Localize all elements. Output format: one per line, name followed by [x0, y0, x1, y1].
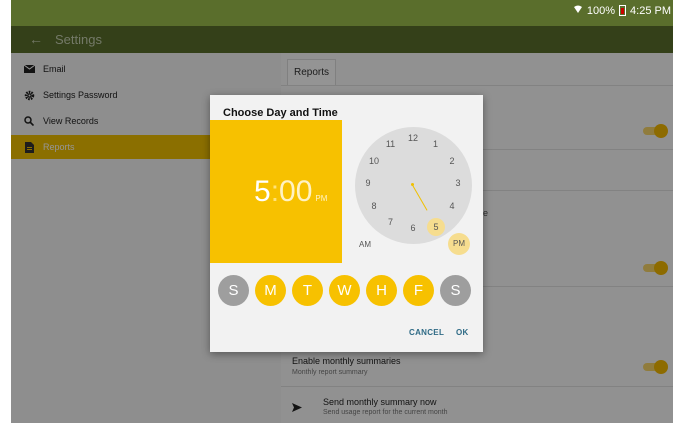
clock-number-6[interactable]: 6	[405, 223, 421, 237]
ok-button[interactable]: OK	[456, 328, 469, 337]
day-tuesday[interactable]: T	[292, 275, 323, 306]
status-bar: 100% 4:25 PM	[11, 0, 673, 26]
status-indicators: 100% 4:25 PM	[573, 4, 671, 17]
day-monday[interactable]: M	[255, 275, 286, 306]
cancel-button[interactable]: CANCEL	[409, 328, 444, 337]
dialog-title: Choose Day and Time	[223, 107, 338, 119]
clock-number-3[interactable]: 3	[450, 178, 466, 192]
clock-number-11[interactable]: 11	[383, 139, 399, 153]
day-time-dialog: Choose Day and Time 5 : 00 PM 5 12 1 2 3 4 6 7…	[210, 95, 483, 352]
battery-percent: 100%	[586, 4, 616, 17]
clock-number-7[interactable]: 7	[383, 217, 399, 231]
ampm-indicator: PM	[315, 194, 328, 203]
weekday-selector: S M T W H F S	[218, 275, 471, 306]
clock-face[interactable]: 5 12 1 2 3 4 6 7 8 9 10 11	[355, 127, 472, 244]
clock-center	[411, 183, 414, 186]
selected-time: 5 : 00 PM	[254, 175, 327, 209]
clock-number-1[interactable]: 1	[428, 139, 444, 153]
clock-number-12[interactable]: 12	[405, 133, 421, 147]
am-toggle[interactable]: AM	[359, 240, 371, 249]
clock-number-9[interactable]: 9	[360, 178, 376, 192]
minute-value[interactable]: 00	[279, 175, 312, 209]
time-separator: :	[270, 175, 280, 208]
clock-number-4[interactable]: 4	[444, 201, 460, 215]
clock-hand	[412, 185, 428, 211]
hour-5-selected[interactable]: 5	[427, 218, 445, 236]
clock-number-10[interactable]: 10	[366, 156, 382, 170]
clock-number-2[interactable]: 2	[444, 156, 460, 170]
time-display: 5 : 00 PM	[210, 120, 342, 263]
battery-icon	[619, 5, 627, 16]
day-saturday[interactable]: S	[440, 275, 471, 306]
hour-value[interactable]: 5	[254, 175, 271, 209]
pm-toggle[interactable]: PM	[448, 233, 470, 255]
day-thursday[interactable]: H	[366, 275, 397, 306]
clock-number-8[interactable]: 8	[366, 201, 382, 215]
wifi-icon	[573, 4, 583, 17]
clock-time: 4:25 PM	[630, 4, 671, 17]
day-sunday[interactable]: S	[218, 275, 249, 306]
day-friday[interactable]: F	[403, 275, 434, 306]
day-wednesday[interactable]: W	[329, 275, 360, 306]
